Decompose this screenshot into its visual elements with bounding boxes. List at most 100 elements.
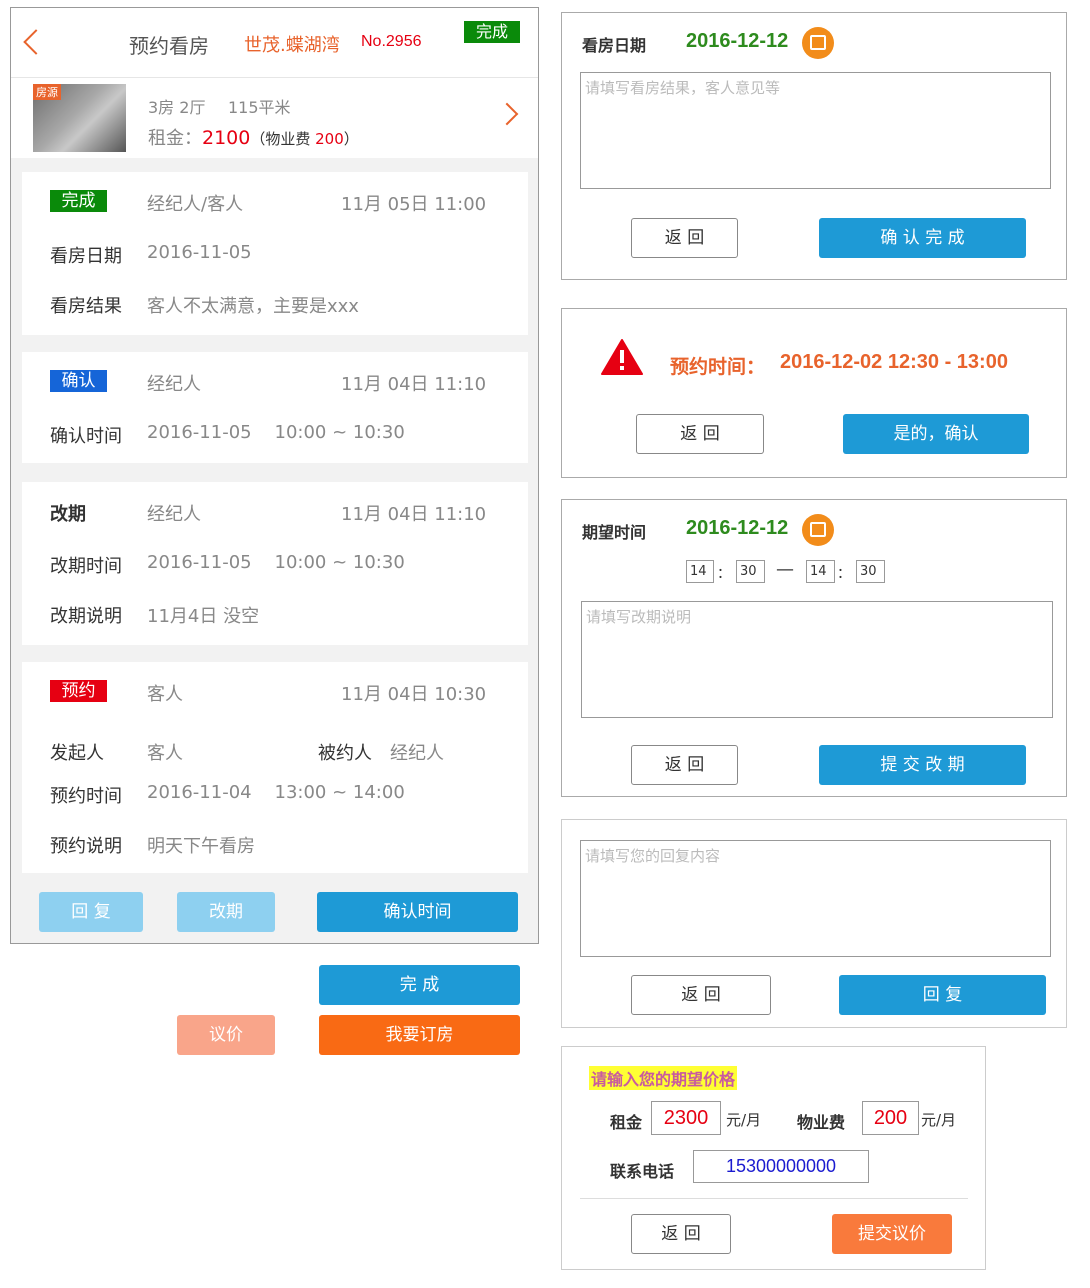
phone-label: 联系电话	[610, 1162, 675, 1181]
reschedule-note-textarea[interactable]	[581, 601, 1053, 718]
record-tag: 改期	[50, 504, 86, 525]
house-area: 115平米	[228, 98, 291, 117]
header-bar: 预约看房 世茂.蝶湖湾 No.2956 完成	[11, 8, 538, 78]
house-layout: 3房 2厅	[148, 98, 206, 117]
result-textarea[interactable]	[580, 72, 1051, 189]
row-label: 改期说明	[50, 606, 122, 627]
rent-value: 2100	[202, 127, 251, 149]
fee-value: 200	[315, 130, 344, 148]
page-title: 预约看房	[129, 34, 209, 58]
reschedule-dialog: 期望时间 2016-12-12 14 ： 30 — 14 ： 30 返 回 提 …	[561, 499, 1067, 797]
row-value: 客人不太满意，主要是xxx	[147, 296, 359, 317]
row-value: 2016-11-05 10:00 ~ 10:30	[147, 422, 405, 443]
record-card-complete: 完成 经纪人/客人 11月 05日 11:00 看房日期 2016-11-05 …	[22, 172, 528, 335]
reply-textarea[interactable]	[580, 840, 1051, 957]
calendar-icon[interactable]	[802, 27, 834, 59]
invitee-value: 经纪人	[390, 743, 444, 764]
appointment-time-label: 预约时间：	[670, 356, 766, 378]
row-value: 2016-11-05	[147, 242, 252, 263]
complete-dialog: 看房日期 2016-12-12 返 回 确 认 完 成	[561, 12, 1067, 280]
start-hour-input[interactable]: 14	[686, 560, 714, 583]
fee-input[interactable]: 200	[862, 1101, 919, 1135]
back-arrow-icon[interactable]	[23, 29, 49, 55]
row-value: 11月4日 没空	[147, 606, 260, 627]
row-value: 明天下午看房	[147, 836, 255, 857]
back-button[interactable]: 返 回	[631, 745, 738, 785]
rent-label: 租金：	[148, 128, 202, 149]
back-button[interactable]: 返 回	[631, 1214, 731, 1254]
end-hour-input[interactable]: 14	[806, 560, 835, 583]
reply-button[interactable]: 回 复	[39, 892, 143, 932]
rent-input[interactable]: 2300	[651, 1101, 721, 1135]
confirm-time-button[interactable]: 确认时间	[317, 892, 518, 932]
record-time: 11月 04日 11:10	[341, 374, 487, 395]
price-dialog-title: 请输入您的期望价格	[589, 1066, 738, 1090]
back-button[interactable]: 返 回	[636, 414, 764, 454]
time-colon: ：	[717, 566, 731, 582]
expected-time-label: 期望时间	[582, 523, 647, 542]
appointment-panel: 预约看房 世茂.蝶湖湾 No.2956 完成 房源 3房 2厅 115平米 租金…	[10, 7, 539, 944]
record-time: 11月 04日 11:10	[341, 504, 487, 525]
record-card-appointment: 预约 客人 11月 04日 10:30 发起人 客人 被约人 经纪人 预约时间 …	[22, 662, 528, 873]
confirm-complete-button[interactable]: 确 认 完 成	[819, 218, 1026, 258]
done-button[interactable]: 完 成	[319, 965, 520, 1005]
fee-prefix: （物业费	[250, 130, 316, 148]
back-button[interactable]: 返 回	[631, 218, 738, 258]
reschedule-button[interactable]: 改期	[177, 892, 275, 932]
record-actor: 经纪人	[147, 504, 201, 525]
divider	[580, 1198, 968, 1199]
time-dash: —	[776, 559, 794, 580]
rent-label: 租金	[610, 1113, 643, 1132]
negotiate-button[interactable]: 议价	[177, 1015, 275, 1055]
invitee-label: 被约人	[318, 743, 372, 764]
record-actor: 客人	[147, 684, 183, 705]
record-actor: 经纪人/客人	[147, 194, 244, 215]
expected-date-value: 2016-12-12	[686, 517, 789, 539]
photo-tag: 房源	[33, 84, 61, 100]
submit-reschedule-button[interactable]: 提 交 改 期	[819, 745, 1026, 785]
reply-dialog: 返 回 回 复	[561, 819, 1067, 1028]
back-button[interactable]: 返 回	[631, 975, 771, 1015]
project-name: 世茂.蝶湖湾	[244, 35, 340, 56]
record-tag: 预约	[50, 680, 107, 702]
row-label: 确认时间	[50, 426, 122, 447]
appointment-time-value: 2016-12-02 12:30 - 13:00	[780, 351, 1008, 373]
record-card-reschedule: 改期 经纪人 11月 04日 11:10 改期时间 2016-11-05 10:…	[22, 482, 528, 645]
order-number: No.2956	[361, 33, 422, 50]
house-info[interactable]: 房源 3房 2厅 115平米 租金：2100（物业费 200）	[11, 78, 538, 158]
phone-input[interactable]: 15300000000	[693, 1150, 869, 1183]
row-label: 改期时间	[50, 556, 122, 577]
time-colon: ：	[837, 566, 851, 582]
row-label: 看房结果	[50, 296, 122, 317]
row-label: 预约说明	[50, 836, 122, 857]
rent-line: 租金：2100（物业费 200）	[148, 124, 359, 150]
initiator-label: 发起人	[50, 743, 104, 764]
price-dialog: 请输入您的期望价格 租金 2300 元/月 物业费 200 元/月 联系电话 1…	[561, 1046, 986, 1270]
house-photo: 房源	[33, 84, 126, 152]
fee-unit: 元/月	[921, 1111, 957, 1129]
status-badge: 完成	[464, 21, 520, 43]
book-button[interactable]: 我要订房	[319, 1015, 520, 1055]
row-label: 预约时间	[50, 786, 122, 807]
confirm-dialog: 预约时间： 2016-12-02 12:30 - 13:00 返 回 是的，确认	[561, 308, 1067, 478]
initiator-value: 客人	[147, 743, 183, 764]
start-minute-input[interactable]: 30	[736, 560, 765, 583]
record-time: 11月 04日 10:30	[341, 684, 487, 705]
fee-suffix: ）	[343, 130, 359, 148]
submit-price-button[interactable]: 提交议价	[832, 1214, 952, 1254]
chevron-right-icon[interactable]	[495, 102, 519, 126]
row-value: 2016-11-04 13:00 ~ 14:00	[147, 782, 405, 803]
record-tag: 完成	[50, 190, 107, 212]
view-date-label: 看房日期	[582, 36, 647, 55]
record-actor: 经纪人	[147, 374, 201, 395]
record-tag: 确认	[50, 370, 107, 392]
yes-confirm-button[interactable]: 是的，确认	[843, 414, 1029, 454]
view-date-value: 2016-12-12	[686, 30, 789, 52]
rent-unit: 元/月	[726, 1111, 762, 1129]
calendar-icon[interactable]	[802, 514, 834, 546]
row-value: 2016-11-05 10:00 ~ 10:30	[147, 552, 405, 573]
record-time: 11月 05日 11:00	[341, 194, 487, 215]
fee-label: 物业费	[797, 1113, 846, 1132]
reply-submit-button[interactable]: 回 复	[839, 975, 1046, 1015]
end-minute-input[interactable]: 30	[856, 560, 885, 583]
